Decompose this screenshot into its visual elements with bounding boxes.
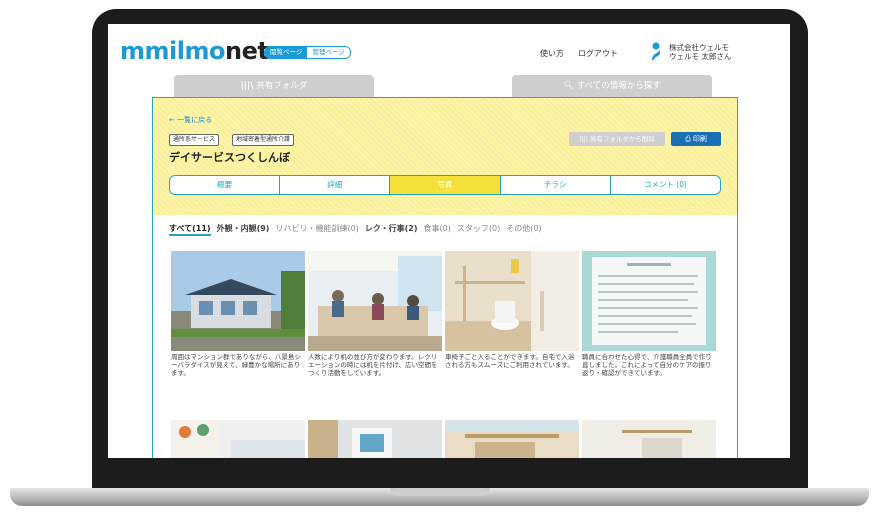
tab-flyer[interactable]: チラシ — [501, 176, 611, 194]
tab-search-all[interactable]: 🔍︎ すべての情報から探す — [512, 75, 712, 97]
tab-shared-folder[interactable]: |||\ 共有フォルダ — [174, 75, 374, 97]
logo-icon: m — [120, 37, 145, 65]
page-mode-switch: 閲覧ページ 管理ページ — [264, 46, 351, 59]
photo-bath-handrail[interactable] — [582, 420, 716, 458]
logo-text-milmo: milmo — [144, 37, 226, 65]
service-tag: 通所系サービス — [169, 134, 220, 146]
filter-meals[interactable]: 食事(0) — [424, 223, 451, 236]
search-icon: 🔍︎ — [563, 81, 577, 91]
remove-from-shared-button[interactable]: |||\ 共有フォルダから削除 — [569, 132, 665, 146]
photo-staff-code-poster[interactable] — [582, 251, 716, 351]
section-tabs: 概要 詳細 写真 チラシ コメント (0) — [169, 175, 721, 195]
mode-admin-button[interactable]: 管理ページ — [307, 47, 350, 58]
tab-details[interactable]: 詳細 — [280, 176, 391, 194]
photo-caption: 車椅子ごと入ることができます。自宅で入浴される方もスムーズにご利用されています。 — [445, 353, 575, 369]
library-icon: |||\ — [240, 81, 257, 91]
photo-bathroom[interactable] — [445, 420, 579, 458]
library-icon: |||\ — [579, 135, 590, 143]
filter-staff[interactable]: スタッフ(0) — [457, 223, 500, 236]
mode-view-button[interactable]: 閲覧ページ — [265, 47, 308, 58]
photo-caption: 周囲はマンション群でありながら、八景島シーパラダイスが見えて、緑豊かな場所にあり… — [171, 353, 301, 377]
photo-section: すべて(11) 外観・内観(9) リハビリ・機能訓練(0) レク・行事(2) 食… — [152, 215, 738, 458]
logo-text-net: net — [224, 37, 269, 65]
user-info: 株式会社ウェルモ ウェルモ 太郎さん — [669, 43, 731, 61]
back-to-list-link[interactable]: ← 一覧に戻る — [169, 115, 212, 125]
tab-overview[interactable]: 概要 — [170, 176, 281, 194]
filter-exterior-interior[interactable]: 外観・内観(9) — [217, 223, 270, 236]
user-name: ウェルモ 太郎さん — [669, 52, 732, 61]
tab-search-all-label: すべての情報から探す — [576, 81, 661, 91]
photo-activity-room[interactable] — [308, 251, 442, 351]
filter-other[interactable]: その他(0) — [506, 223, 541, 236]
site-header: mmilmonet 閲覧ページ 管理ページ 使い方 ログアウト 株式会社ウェルモ… — [108, 24, 790, 68]
photo-building-exterior[interactable] — [171, 251, 305, 351]
laptop-notch — [390, 488, 490, 496]
tab-photos[interactable]: 写真 — [390, 176, 501, 194]
facility-name: デイサービスつくしんぼ — [169, 151, 290, 164]
company-name: 株式会社ウェルモ — [669, 43, 729, 52]
photo-caption: 人数により机の並び方が変わります。レクリエーションの時には机を片付け、広い空間を… — [308, 353, 438, 377]
how-to-link[interactable]: 使い方 — [540, 48, 564, 59]
printer-icon: ⎙︎ — [685, 135, 693, 143]
facility-panel: ← 一覧に戻る 通所系サービス 地域密着型通所介護 デイサービスつくしんぼ ||… — [152, 97, 738, 216]
photo-accessible-toilet[interactable] — [445, 251, 579, 351]
service-type-tag: 地域密着型通所介護 — [232, 134, 295, 146]
screen: mmilmonet 閲覧ページ 管理ページ 使い方 ログアウト 株式会社ウェルモ… — [108, 24, 790, 458]
photo-rest-room[interactable] — [171, 420, 305, 458]
tab-comments[interactable]: コメント (0) — [611, 176, 720, 194]
filter-rehabilitation[interactable]: リハビリ・機能訓練(0) — [275, 223, 358, 236]
remove-from-shared-label: 共有フォルダから削除 — [589, 135, 655, 143]
photo-caption: 職員に合わせた心得で、介護職員全員で作り直しました。これによって自分のケアの振り… — [582, 353, 712, 377]
photo-category-filters: すべて(11) 外観・内観(9) リハビリ・機能訓練(0) レク・行事(2) 食… — [169, 223, 542, 236]
filter-all[interactable]: すべて(11) — [169, 223, 211, 236]
tab-shared-folder-label: 共有フォルダ — [256, 81, 308, 91]
print-label: 印刷 — [692, 135, 707, 143]
user-icon — [652, 42, 660, 60]
print-button[interactable]: ⎙︎ 印刷 — [671, 132, 721, 146]
photo-bath-lift[interactable] — [308, 420, 442, 458]
site-logo[interactable]: mmilmonet — [120, 37, 269, 65]
filter-recreation-events[interactable]: レク・行事(2) — [365, 223, 418, 236]
logout-link[interactable]: ログアウト — [578, 48, 618, 59]
